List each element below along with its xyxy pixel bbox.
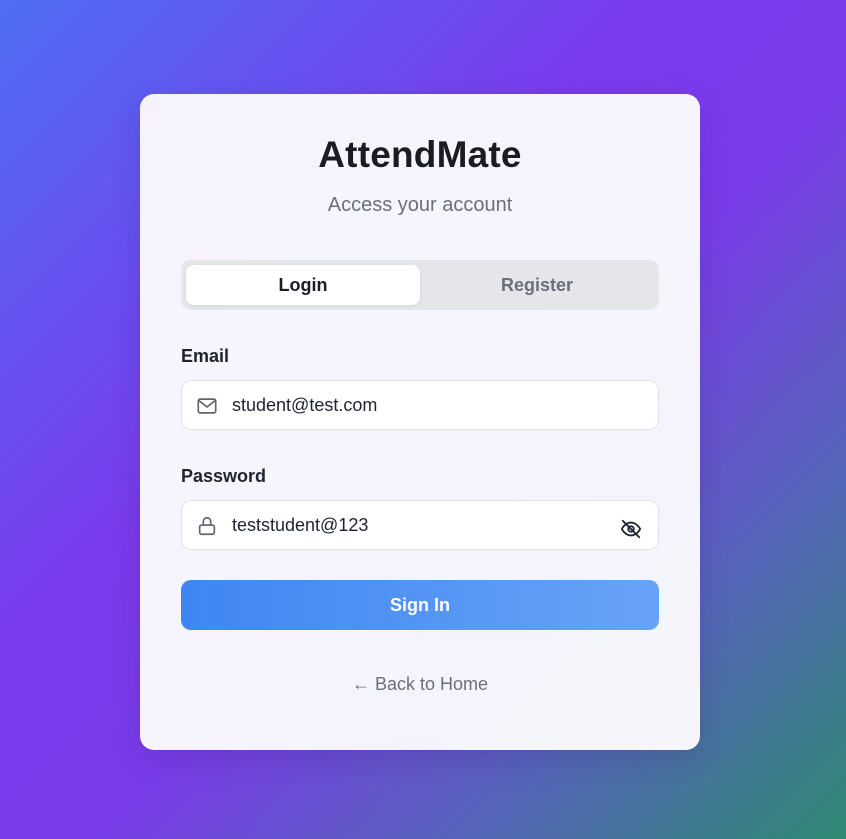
- eye-off-icon[interactable]: [620, 518, 642, 540]
- auth-tabs: Login Register: [181, 260, 659, 310]
- password-field[interactable]: [232, 501, 612, 549]
- page-subtitle: Access your account: [327, 194, 513, 216]
- tab-login[interactable]: Login: [186, 265, 420, 305]
- email-field[interactable]: [232, 381, 612, 429]
- email-label: Email: [181, 346, 230, 366]
- tab-register[interactable]: Register: [420, 265, 654, 305]
- lock-icon: [198, 516, 216, 536]
- sign-in-button[interactable]: Sign In: [181, 580, 659, 630]
- password-field-container: [181, 500, 659, 550]
- app-title: AttendMate: [318, 134, 522, 175]
- mail-icon: [197, 398, 217, 414]
- back-to-home-link[interactable]: ← Back to Home: [140, 674, 700, 695]
- login-card: AttendMate Access your account Login Reg…: [140, 94, 700, 750]
- email-field-container: [181, 380, 659, 430]
- password-label: Password: [181, 466, 267, 486]
